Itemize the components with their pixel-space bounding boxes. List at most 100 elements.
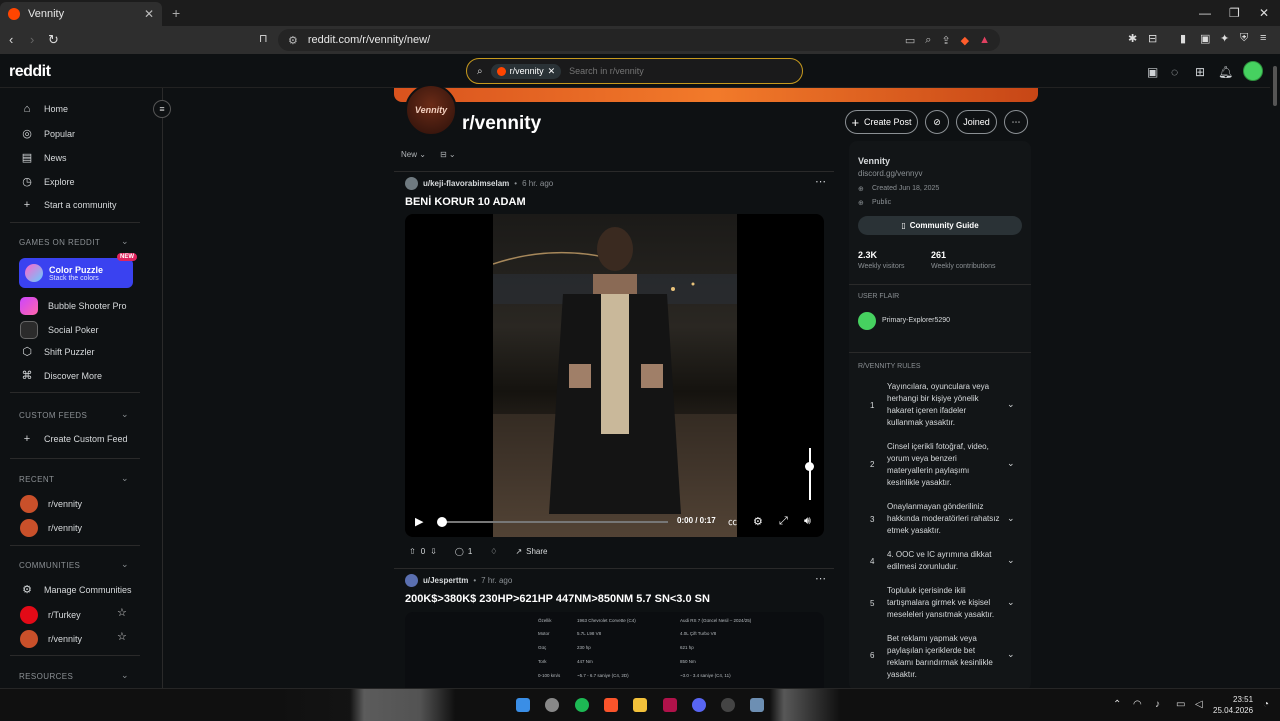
forward-icon[interactable]: ›: [30, 32, 34, 47]
resources-section-title[interactable]: RESOURCES: [19, 672, 73, 681]
microphone-icon[interactable]: ♪: [1155, 699, 1160, 710]
sidebar-community-turkey[interactable]: r/Turkey: [20, 606, 81, 624]
volume-handle[interactable]: [805, 462, 814, 471]
rule-item[interactable]: 5 Topluluk içerisinde ikili tartışmalara…: [849, 585, 1031, 627]
mute-notifications-button[interactable]: ⊘: [925, 110, 949, 134]
rule-item[interactable]: 6 Bet reklamı yapmak veya paylaşılan içe…: [849, 633, 1031, 683]
author-avatar[interactable]: [405, 574, 418, 587]
close-tab-icon[interactable]: ✕: [144, 7, 154, 21]
downvote-icon[interactable]: ⇩: [430, 547, 437, 556]
chevron-down-icon[interactable]: ⌄: [1007, 649, 1015, 660]
volume-slider[interactable]: [809, 448, 811, 500]
tab-search-icon[interactable]: ⊟: [1148, 32, 1157, 45]
rule-item[interactable]: 1 Yayıncılara, oyunculara veya herhangi …: [849, 381, 1031, 433]
post-title[interactable]: BENİ KORUR 10 ADAM: [405, 196, 526, 208]
rule-item[interactable]: 3 Onaylanmayan gönderiliniz hakkında mod…: [849, 501, 1031, 543]
sidebar-item-popular[interactable]: ◎ Popular: [20, 127, 75, 140]
address-bar[interactable]: ⚙ reddit.com/r/vennity/new/ ▭ ⌕ ⇪ ◆ ▲: [278, 29, 1000, 51]
sort-dropdown[interactable]: New ⌄: [401, 150, 426, 159]
sidebar-item-explore[interactable]: ◷ Explore: [20, 175, 74, 188]
chevron-down-icon[interactable]: ⌄: [121, 473, 129, 484]
recent-section-title[interactable]: RECENT: [19, 475, 54, 484]
scrollbar-thumb[interactable]: [1273, 66, 1277, 106]
favorite-star-icon[interactable]: ☆: [117, 630, 127, 643]
post-title[interactable]: 200K$>380K$ 230HP>621HP 447NM>850NM 5.7 …: [405, 593, 710, 605]
page-scrollbar[interactable]: [1270, 54, 1280, 688]
reddit-logo[interactable]: reddit: [9, 63, 51, 81]
video-progress-bar[interactable]: [438, 521, 668, 523]
headset-icon[interactable]: ◠: [1133, 699, 1142, 710]
speaker-icon[interactable]: ◁: [1195, 699, 1203, 710]
create-post-icon[interactable]: ⊞: [1195, 65, 1205, 79]
chevron-down-icon[interactable]: ⌄: [121, 236, 129, 247]
sidebar-recent-vennity[interactable]: r/vennity: [20, 519, 82, 537]
sidebar-item-home[interactable]: ⌂ Home: [20, 103, 68, 115]
sidebar-discover-more[interactable]: ⌘ Discover More: [20, 369, 103, 382]
chevron-down-icon[interactable]: ⌄: [1007, 458, 1015, 469]
leo-ai-icon[interactable]: ✦: [1220, 32, 1229, 45]
games-section-title[interactable]: GAMES ON REDDIT: [19, 238, 100, 247]
post-more-icon[interactable]: ⋯: [815, 175, 826, 188]
notification-center-icon[interactable]: ◔: [1263, 699, 1269, 710]
cast-icon[interactable]: ▭: [905, 34, 915, 47]
video-player[interactable]: ▶ 0:00 / 0:17 ㏄ ⚙ ⤢ 🔊︎: [405, 214, 824, 537]
settings-app-icon[interactable]: [750, 698, 764, 712]
fullscreen-icon[interactable]: ⤢: [779, 515, 788, 528]
site-info-icon[interactable]: ⚙: [288, 34, 298, 47]
communities-section-title[interactable]: COMMUNITIES: [19, 561, 80, 570]
rule-item[interactable]: 4 4. OOC ve IC ayrımına dikkat edilmesi …: [849, 549, 1031, 579]
minimize-icon[interactable]: —: [1199, 6, 1211, 20]
zoom-icon[interactable]: ⌕: [925, 34, 931, 47]
video-progress-handle[interactable]: [437, 517, 447, 527]
award-button[interactable]: ♢: [490, 547, 497, 556]
sidebar-community-vennity[interactable]: r/vennity: [20, 630, 82, 648]
joined-button[interactable]: Joined: [956, 110, 997, 134]
chevron-down-icon[interactable]: ⌄: [121, 670, 129, 681]
featured-game-color-puzzle[interactable]: Color Puzzle Stack the colors: [19, 258, 133, 288]
browser-tab[interactable]: Vennity ✕: [0, 2, 162, 26]
comments-button[interactable]: ◯ 1: [455, 547, 472, 556]
share-button[interactable]: ↗ Share: [515, 547, 547, 556]
restore-icon[interactable]: ❐: [1229, 6, 1240, 20]
notifications-icon[interactable]: 🔔︎: [1218, 65, 1233, 79]
sidebar-recent-vennity[interactable]: r/vennity: [20, 495, 82, 513]
rule-item[interactable]: 2 Cinsel içerikli fotoğraf, video, yorum…: [849, 441, 1031, 493]
spotify-icon[interactable]: [575, 698, 589, 712]
post-image[interactable]: Özellik 1963 Chevrolet Corvette (C4) Aud…: [405, 612, 824, 692]
close-window-icon[interactable]: ✕: [1259, 6, 1269, 20]
author-avatar[interactable]: [405, 177, 418, 190]
search-bar[interactable]: ⌕ r/vennity ✕: [466, 58, 803, 84]
windows-start-icon[interactable]: [516, 698, 530, 712]
captions-icon[interactable]: ㏄: [728, 515, 737, 528]
volume-icon[interactable]: 🔊︎: [804, 515, 811, 528]
rewards-icon[interactable]: ▲: [979, 34, 990, 46]
sidebar-item-news[interactable]: ▤ News: [20, 151, 67, 164]
chevron-down-icon[interactable]: ⌄: [121, 559, 129, 570]
search-app-icon[interactable]: [545, 698, 559, 712]
sidebar-game-shift-puzzler[interactable]: ⬡ Shift Puzzler: [20, 345, 94, 358]
bookmark-icon[interactable]: ⊓: [259, 32, 268, 45]
brave-shield-icon[interactable]: ◆: [961, 34, 969, 47]
reload-icon[interactable]: ↻: [48, 32, 59, 48]
post-author[interactable]: u/keji-flavorabimselam: [423, 179, 509, 188]
create-post-button[interactable]: + Create Post: [845, 110, 918, 134]
more-options-button[interactable]: ⋯: [1004, 110, 1028, 134]
chevron-down-icon[interactable]: ⌄: [1007, 555, 1015, 566]
sidebar-create-custom-feed[interactable]: + Create Custom Feed: [20, 433, 128, 445]
tray-overflow-icon[interactable]: ⌃: [1113, 699, 1121, 710]
sidebar-toggle-icon[interactable]: ▮: [1180, 32, 1186, 45]
community-link[interactable]: discord.gg/vennyv: [858, 169, 922, 178]
vpn-icon[interactable]: ⛨: [1240, 32, 1248, 45]
post-more-icon[interactable]: ⋯: [815, 572, 826, 585]
post-author[interactable]: u/Jesperttm: [423, 576, 468, 585]
wallet-icon[interactable]: ▣: [1200, 32, 1210, 45]
upvote-icon[interactable]: ⇧: [409, 547, 416, 556]
menu-icon[interactable]: ≡: [1260, 32, 1266, 44]
sidebar-manage-communities[interactable]: ⚙ Manage Communities: [20, 583, 131, 596]
extensions-icon[interactable]: ✱: [1128, 32, 1137, 45]
flair-username[interactable]: Primary-Explorer5290: [882, 317, 950, 324]
share-page-icon[interactable]: ⇪: [941, 34, 950, 47]
chevron-down-icon[interactable]: ⌄: [1007, 513, 1015, 524]
back-icon[interactable]: ‹: [9, 32, 13, 47]
play-icon[interactable]: ▶: [415, 515, 423, 528]
